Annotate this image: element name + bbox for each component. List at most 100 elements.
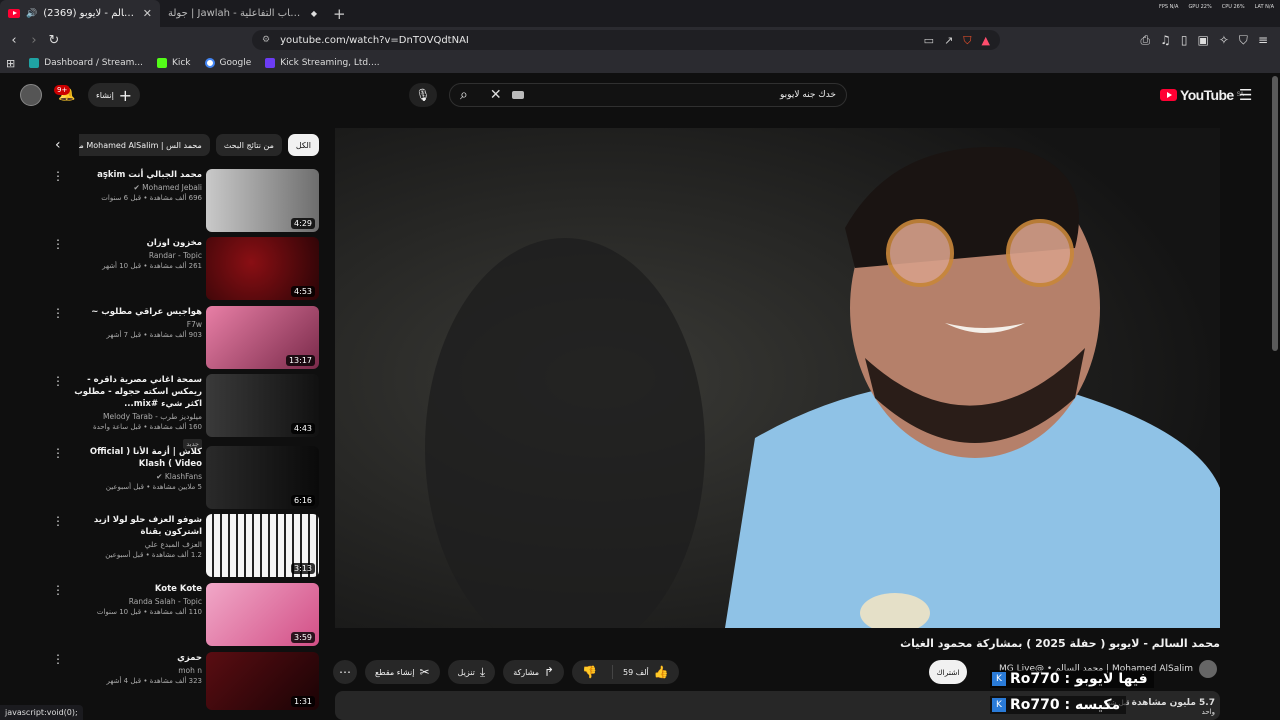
voice-search-button[interactable]: 🎙 <box>409 83 437 107</box>
video-player[interactable] <box>335 128 1220 628</box>
screenshot-icon[interactable]: ⎙ <box>1141 33 1151 48</box>
share-arrow-icon: ↱ <box>544 665 555 679</box>
video-meta: 261 ألف مشاهدة • قبل 10 أشهر <box>102 262 202 270</box>
video-info: Kote Kote Randa Salah - Topic 110 ألف مش… <box>70 583 202 616</box>
page-scrollbar[interactable] <box>1272 76 1278 351</box>
list-item[interactable]: ⋮ شوفو العزف حلو لولا ازيد اشتركون بقناة… <box>48 514 320 578</box>
list-item[interactable]: ⋮ هواجيس عراقي مطلوب ~ F7w 903 ألف مشاهد… <box>48 306 320 370</box>
back-arrow-icon[interactable]: ‹ <box>4 33 24 48</box>
clear-search-icon[interactable]: ✕ <box>490 87 502 103</box>
view-count-text: 5.7 مليون مشاهدة <box>1131 698 1215 708</box>
vpn-icon[interactable]: ⛉ <box>1239 33 1248 48</box>
subscribe-button[interactable]: اشتراك <box>929 660 967 684</box>
list-item[interactable]: ⋮ كلاش | أزمة الأنا ( Official Video ) K… <box>48 446 320 510</box>
perf-gpu: GPU 22% <box>1188 4 1212 10</box>
sidebar-icon[interactable]: ▯ <box>1181 33 1188 48</box>
related-filter-chips: ‹ الكل من نتائج البحث من Mohamed AlSalim… <box>55 133 320 157</box>
chevron-left-icon[interactable]: ‹ <box>55 137 73 153</box>
thumbnail[interactable]: 1:31 <box>206 652 319 710</box>
more-actions-icon[interactable]: ⋯ <box>333 660 357 684</box>
more-vert-icon[interactable]: ⋮ <box>52 514 64 528</box>
menu-icon[interactable]: ≡ <box>1258 33 1268 48</box>
video-info: حمزي moh n 323 ألف مشاهدة • قبل 4 أشهر <box>70 652 202 685</box>
chip-all[interactable]: الكل <box>287 134 319 156</box>
ai-icon[interactable]: ✧ <box>1219 33 1229 48</box>
list-item[interactable]: ⋮ محمد الجبالي أنت aşkim Mohamed Jebali … <box>48 169 320 233</box>
avatar[interactable] <box>20 84 42 106</box>
bookmark-kick-streaming[interactable]: Kick Streaming, Ltd.... <box>265 58 380 68</box>
thumbnail[interactable]: 3:59 <box>206 583 319 646</box>
duration-badge: 4:43 <box>291 423 315 434</box>
share-button[interactable]: مشاركة ↱ <box>503 660 565 684</box>
thumbnail[interactable]: 3:13 <box>206 514 319 577</box>
thumbnail[interactable]: 4:29 <box>206 169 319 232</box>
video-frame <box>335 128 1220 628</box>
duration-badge: 1:31 <box>291 696 315 707</box>
youtube-logo[interactable]: YouTube SA <box>1160 87 1244 103</box>
share-icon[interactable]: ↗ <box>944 34 953 48</box>
share-label: مشاركة <box>513 667 540 677</box>
new-tab-button[interactable]: + <box>325 5 354 23</box>
chat-message-text: Ro770 : مكيسه <box>1010 697 1121 713</box>
music-icon[interactable]: ♫ <box>1160 33 1171 48</box>
channel-name: العزف المبدع علي <box>144 540 202 549</box>
list-item[interactable]: ⋮ حمزي moh n 323 ألف مشاهدة • قبل 4 أشهر… <box>48 652 320 716</box>
more-vert-icon[interactable]: ⋮ <box>52 169 64 183</box>
video-meta: 1.2 ألف مشاهدة • قبل أسبوعين <box>105 551 202 559</box>
more-vert-icon[interactable]: ⋮ <box>52 237 64 251</box>
cast-icon[interactable]: ▭ <box>924 34 934 48</box>
clip-label: إنشاء مقطع <box>375 667 415 677</box>
list-item[interactable]: ⋮ سمحة اغاني مصرية داقره - ريمكس اسكته ح… <box>48 374 320 449</box>
thumbnail[interactable]: 4:53 <box>206 237 319 300</box>
download-button[interactable]: تنزيل ⤓ <box>447 660 496 684</box>
perf-cpu: CPU 26% <box>1221 4 1245 10</box>
list-item[interactable]: ⋮ Kote Kote Randa Salah - Topic 110 ألف … <box>48 583 320 647</box>
bookmark-google[interactable]: Google <box>204 58 251 68</box>
thumbnail[interactable]: 6:16 <box>206 446 319 509</box>
channel-avatar[interactable] <box>1199 660 1217 678</box>
more-vert-icon[interactable]: ⋮ <box>52 306 64 320</box>
chip-from-search[interactable]: من نتائج البحث <box>215 134 282 156</box>
more-vert-icon[interactable]: ⋮ <box>52 374 64 388</box>
more-vert-icon[interactable]: ⋮ <box>52 583 64 597</box>
video-title: Kote Kote <box>154 584 202 594</box>
bookmark-kick[interactable]: Kick <box>156 58 191 68</box>
chip-from-channel[interactable]: من Mohamed AlSalim | محمد الس <box>79 134 210 156</box>
like-button[interactable]: 59 ألف 👍 <box>612 665 679 679</box>
apps-grid-icon[interactable]: ⊞ <box>6 57 15 70</box>
reload-icon[interactable]: ↻ <box>44 33 64 48</box>
site-info-icon[interactable]: ⚙ <box>262 35 270 45</box>
brave-shield-icon[interactable]: ⛉ <box>963 34 971 48</box>
video-title: كلاش | أزمة الأنا ( Official Video ) Kla… <box>89 447 202 469</box>
download-icon: ⤓ <box>479 664 486 679</box>
more-vert-icon[interactable]: ⋮ <box>52 652 64 666</box>
hamburger-menu-icon[interactable]: ☰ <box>1239 86 1252 104</box>
close-tab-icon[interactable]: ✕ <box>143 7 152 20</box>
forward-arrow-icon[interactable]: › <box>24 33 44 48</box>
kick-favicon-icon <box>156 58 167 68</box>
tab-jawlah[interactable]: جولة | Jawlah - منصة الألعاب التفاعلية ◆ <box>160 0 325 27</box>
thumbnail[interactable]: 13:17 <box>206 306 319 369</box>
tab-youtube[interactable]: 🔊 (2369) محمد السالم - لايوبو ✕ <box>0 0 160 27</box>
dislike-button[interactable]: 👎 <box>572 665 607 679</box>
search-icon[interactable]: ⌕ <box>460 87 468 103</box>
brave-rewards-icon[interactable]: ▲ <box>982 34 990 48</box>
list-item[interactable]: ⋮ مخزون اوزان Randar - Topic 261 ألف مشا… <box>48 237 320 301</box>
speaker-icon[interactable]: 🔊 <box>26 9 37 19</box>
wallet-icon[interactable]: ▣ <box>1198 33 1209 48</box>
video-info: مخزون اوزان Randar - Topic 261 ألف مشاهد… <box>70 237 202 270</box>
clip-button[interactable]: إنشاء مقطع ✂ <box>365 660 440 684</box>
more-vert-icon[interactable]: ⋮ <box>52 446 64 460</box>
download-label: تنزيل <box>457 667 475 677</box>
keyboard-icon[interactable] <box>511 91 524 99</box>
search-input[interactable]: ⌕ ✕ خدك جنه لايوبو <box>449 83 847 107</box>
chat-overlay-message: K Ro770 : فيها لايوبو <box>990 670 1154 688</box>
create-button[interactable]: إنشاء + <box>88 83 140 107</box>
chat-overlay-message: K Ro770 : مكيسه <box>990 696 1127 714</box>
url-field[interactable]: ⚙ youtube.com/watch?v=DnTOVQdtNAI ▭ ↗ ⛉ … <box>252 30 1000 50</box>
duration-badge: 6:16 <box>291 495 315 506</box>
video-title: هواجيس عراقي مطلوب ~ <box>91 307 202 317</box>
thumbnail[interactable]: 4:43 <box>206 374 319 437</box>
bookmark-dashboard[interactable]: Dashboard / Stream... <box>29 58 143 68</box>
video-info: شوفو العزف حلو لولا ازيد اشتركون بقناة ا… <box>70 514 202 559</box>
